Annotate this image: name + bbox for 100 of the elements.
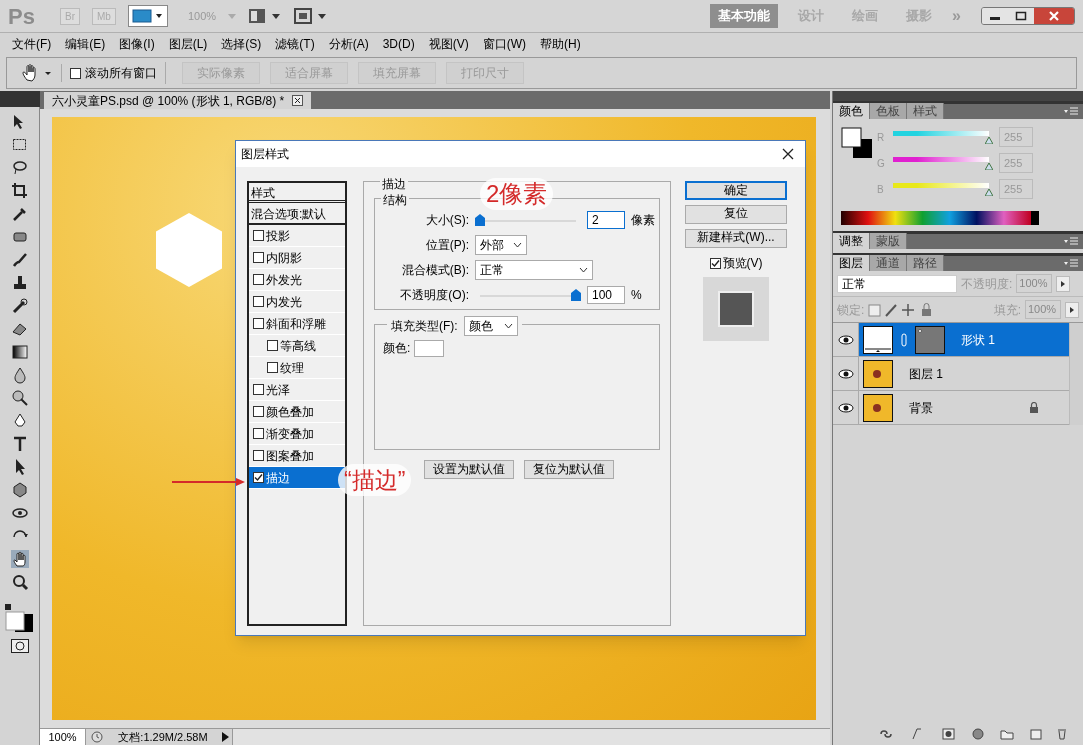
menu-item[interactable]: 窗口(W) [482,35,526,53]
panel-tab[interactable]: 色板 [870,103,907,119]
panel-tab[interactable]: 调整 [833,233,870,249]
arrange-icon[interactable] [248,7,283,25]
chevron-down-icon[interactable] [513,241,522,248]
position-dropdown[interactable]: 外部 [475,234,527,255]
style-item[interactable]: 等高线 [249,335,345,357]
menu-item[interactable]: 滤镜(T) [275,35,315,53]
document-tab[interactable]: 六小灵童PS.psd @ 100% (形状 1, RGB/8) * [44,92,312,109]
panel-tab[interactable]: 通道 [870,255,907,271]
chevron-down-icon[interactable] [579,266,588,273]
style-item[interactable]: 内发光 [249,291,345,313]
checkbox[interactable] [253,274,264,285]
checkbox[interactable] [253,230,264,241]
checkbox[interactable] [253,318,264,329]
style-item[interactable]: 内阴影 [249,247,345,269]
lock-icon[interactable] [1029,402,1039,413]
style-item[interactable]: 描边 [249,467,345,489]
slider-thumb-icon[interactable] [985,137,993,144]
default-button[interactable]: 复位为默认值 [524,460,614,479]
checkbox[interactable] [267,340,278,351]
slider-thumb[interactable] [475,213,485,226]
blend-mode-dropdown[interactable]: 正常 [837,274,957,293]
brush-tool-icon[interactable] [10,251,29,269]
layer-row[interactable]: 图层 1 [859,357,1069,390]
crop-tool-icon[interactable] [10,182,29,200]
panel-menu-icon[interactable] [1063,105,1079,117]
menu-item[interactable]: 文件(F) [12,35,52,53]
menu-item[interactable]: 3D(D) [382,35,415,53]
menu-item[interactable]: 帮助(H) [540,35,581,53]
fill-type-dropdown[interactable]: 颜色 [463,316,518,336]
panel-menu-icon[interactable] [1063,235,1079,247]
checkbox[interactable] [253,428,264,439]
style-item[interactable]: 外发光 [249,269,345,291]
checkbox[interactable] [253,384,264,395]
panel-tab[interactable]: 图层 [833,255,870,271]
slider-thumb-icon[interactable] [985,163,993,170]
menu-item[interactable]: 图层(L) [168,35,208,53]
lasso-tool-icon[interactable] [10,159,29,177]
chain-link-icon[interactable] [901,332,907,347]
layer-thumbnail[interactable] [863,393,893,422]
layer-thumbnail[interactable] [863,359,893,388]
screen-mode-icon[interactable] [127,5,168,27]
vector-mask-thumbnail[interactable] [915,325,945,354]
gradient-tool-icon[interactable] [10,343,29,361]
slider-thumb[interactable] [571,288,581,301]
screen-icon[interactable] [294,7,329,25]
layer-row[interactable]: 背景 [859,391,1069,424]
eye-icon[interactable] [837,367,854,380]
style-item[interactable]: 纹理 [249,357,345,379]
color-spectrum-bar[interactable] [841,211,1039,225]
menu-item[interactable]: 图像(I) [119,35,155,53]
shape-tool-icon[interactable] [10,481,29,499]
history-brush-icon[interactable] [10,297,29,315]
layers-scrollbar[interactable] [1069,323,1083,425]
checkbox[interactable] [709,257,721,269]
slider-thumb-icon[interactable] [985,189,993,196]
style-item[interactable]: 斜面和浮雕 [249,313,345,335]
chevron-down-icon[interactable] [503,323,513,329]
menu-item[interactable]: 视图(V) [428,35,469,53]
layer-row[interactable]: 形状 1 [859,323,1069,356]
checkbox[interactable] [253,252,264,263]
preview-thumbnail[interactable] [703,277,769,341]
style-item[interactable]: 投影 [249,225,345,247]
menu-item[interactable]: 编辑(E) [65,35,106,53]
menu-item[interactable]: 选择(S) [221,35,262,53]
dialog-button[interactable]: 新建样式(W)... [685,229,787,248]
color-swatches-icon[interactable] [4,604,35,634]
layer-thumbnail[interactable] [863,325,893,354]
checkbox[interactable] [253,296,264,307]
checkbox[interactable] [253,406,264,417]
panel-tab[interactable]: 蒙版 [870,233,907,249]
minimize-icon[interactable] [982,8,1008,24]
zoom-tool-icon[interactable] [10,573,29,591]
quick-mask-icon[interactable] [10,639,29,653]
eye-icon[interactable] [837,333,854,346]
panel-menu-icon[interactable] [1063,257,1079,269]
panel-tab[interactable]: 路径 [907,255,944,271]
foreground-background-swatch[interactable] [841,127,873,159]
hand-tool-icon[interactable] [19,63,53,83]
blend-options-item[interactable]: 混合选项:默认 [249,203,345,225]
blend-mode-dropdown[interactable]: 正常 [475,259,593,280]
maximize-icon[interactable] [1008,8,1034,24]
default-button[interactable]: 设置为默认值 [424,460,514,479]
style-item[interactable]: 光泽 [249,379,345,401]
panel-tab[interactable]: 颜色 [833,103,870,119]
size-field[interactable]: 2 [587,210,625,229]
checkbox[interactable] [253,472,264,483]
zoom-field[interactable]: 100% [40,728,86,745]
eye-icon[interactable] [837,401,854,414]
menu-item[interactable]: 分析(A) [328,35,369,53]
style-item[interactable]: 渐变叠加 [249,423,345,445]
style-item[interactable]: 颜色叠加 [249,401,345,423]
hand-tool-icon[interactable] [10,550,29,568]
dialog-button[interactable]: 确定 [685,181,787,200]
close-icon[interactable] [292,95,304,106]
checkbox[interactable] [267,362,278,373]
checkbox[interactable] [70,67,81,79]
color-swatch[interactable] [414,339,445,357]
dialog-button[interactable]: 复位 [685,205,787,224]
